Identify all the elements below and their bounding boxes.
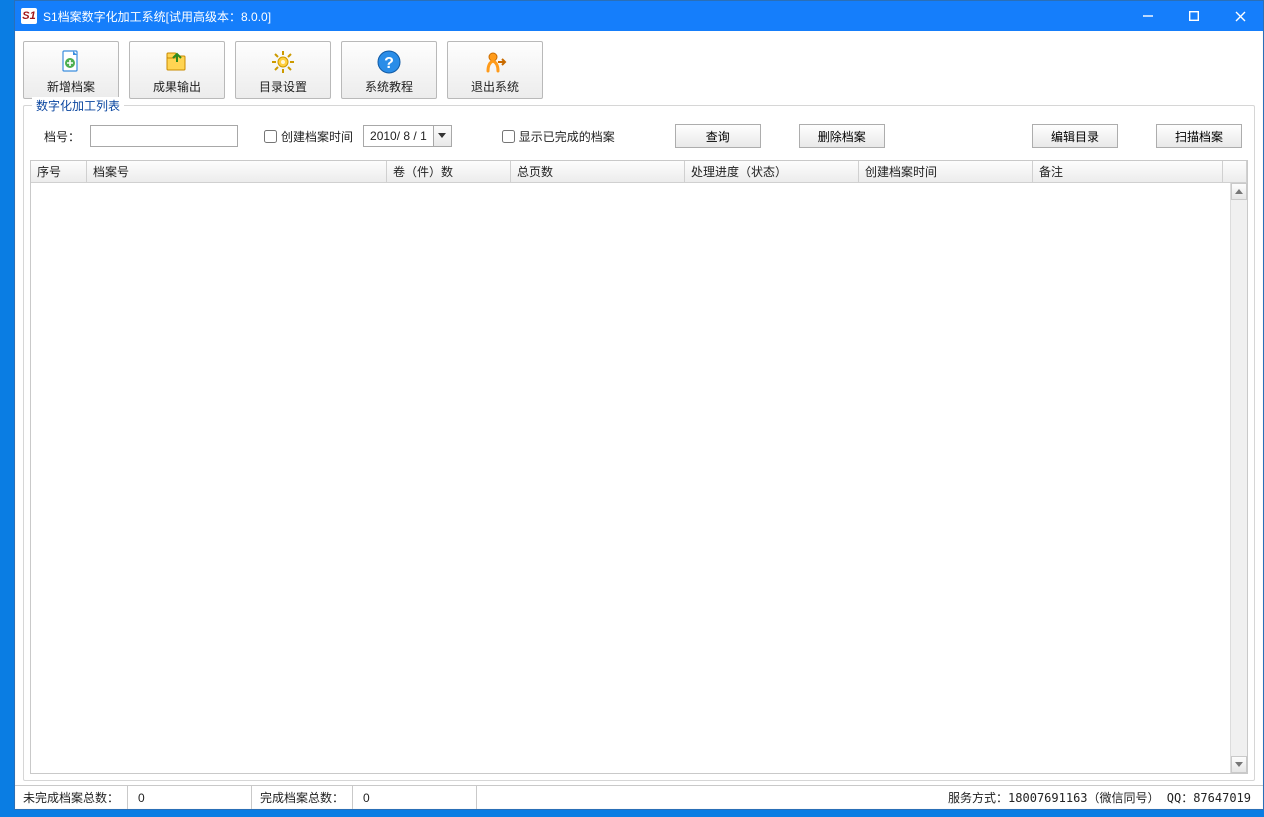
scroll-down-button[interactable]	[1231, 756, 1247, 773]
created-time-checkbox-label: 创建档案时间	[281, 128, 353, 145]
created-date-value: 2010/ 8 / 1	[364, 129, 433, 143]
exit-system-button[interactable]: 退出系统	[447, 41, 543, 99]
export-icon	[164, 49, 190, 75]
edit-catalog-button[interactable]: 编辑目录	[1032, 124, 1118, 148]
statusbar: 未完成档案总数： 0 完成档案总数： 0 服务方式：18007691163（微信…	[15, 785, 1263, 809]
close-icon	[1235, 11, 1246, 22]
show-completed-checkbox[interactable]: 显示已完成的档案	[502, 128, 615, 145]
minimize-button[interactable]	[1125, 1, 1171, 31]
svg-text:?: ?	[384, 55, 394, 72]
grid-header[interactable]: 序号 档案号 卷（件）数 总页数 处理进度（状态） 创建档案时间 备注	[31, 161, 1247, 183]
status-finished-value: 0	[353, 786, 477, 809]
exit-system-label: 退出系统	[471, 78, 519, 95]
archive-grid: 序号 档案号 卷（件）数 总页数 处理进度（状态） 创建档案时间 备注	[30, 160, 1248, 774]
grid-body[interactable]	[31, 183, 1247, 773]
processing-list-panel: 数字化加工列表 档号： 创建档案时间 2010/ 8 / 1	[23, 105, 1255, 781]
scan-archive-button[interactable]: 扫描档案	[1156, 124, 1242, 148]
desktop-background	[0, 0, 14, 817]
new-archive-button[interactable]: 新增档案	[23, 41, 119, 99]
grid-vertical-scrollbar[interactable]	[1230, 183, 1247, 773]
col-tail	[1223, 161, 1247, 182]
export-result-button[interactable]: 成果输出	[129, 41, 225, 99]
add-file-icon	[58, 49, 84, 75]
show-completed-checkbox-input[interactable]	[502, 130, 515, 143]
archive-no-label: 档号：	[44, 128, 80, 145]
close-button[interactable]	[1217, 1, 1263, 31]
col-pages[interactable]: 总页数	[511, 161, 685, 182]
main-toolbar: 新增档案 成果输出 目录设置 ? 系统教程	[15, 31, 1263, 105]
panel-title: 数字化加工列表	[32, 97, 124, 114]
col-remark[interactable]: 备注	[1033, 161, 1223, 182]
maximize-icon	[1189, 11, 1199, 21]
titlebar[interactable]: S1 S1档案数字化加工系统[试用高级本：8.0.0]	[15, 1, 1263, 31]
delete-archive-button[interactable]: 删除档案	[799, 124, 885, 148]
minimize-icon	[1143, 11, 1153, 21]
archive-no-input[interactable]	[90, 125, 238, 147]
chevron-down-icon[interactable]	[433, 126, 451, 146]
app-icon: S1	[21, 8, 37, 24]
col-status[interactable]: 处理进度（状态）	[685, 161, 859, 182]
status-unfinished-value: 0	[128, 786, 252, 809]
scroll-up-button[interactable]	[1231, 183, 1247, 200]
export-result-label: 成果输出	[153, 78, 201, 95]
filter-row: 档号： 创建档案时间 2010/ 8 / 1 显示已完成的档案	[24, 106, 1254, 160]
status-finished-label: 完成档案总数：	[252, 786, 353, 809]
window-title: S1档案数字化加工系统[试用高级本：8.0.0]	[43, 8, 271, 25]
maximize-button[interactable]	[1171, 1, 1217, 31]
created-date-picker[interactable]: 2010/ 8 / 1	[363, 125, 452, 147]
col-seq[interactable]: 序号	[31, 161, 87, 182]
catalog-settings-label: 目录设置	[259, 78, 307, 95]
catalog-settings-button[interactable]: 目录设置	[235, 41, 331, 99]
system-tutorial-button[interactable]: ? 系统教程	[341, 41, 437, 99]
system-tutorial-label: 系统教程	[365, 78, 413, 95]
status-unfinished-label: 未完成档案总数：	[15, 786, 128, 809]
app-window: S1 S1档案数字化加工系统[试用高级本：8.0.0] 新增档案	[14, 0, 1264, 810]
gear-icon	[270, 49, 296, 75]
col-ctime[interactable]: 创建档案时间	[859, 161, 1033, 182]
help-icon: ?	[376, 49, 402, 75]
col-archno[interactable]: 档案号	[87, 161, 387, 182]
created-time-checkbox-input[interactable]	[264, 130, 277, 143]
query-button[interactable]: 查询	[675, 124, 761, 148]
new-archive-label: 新增档案	[47, 78, 95, 95]
exit-icon	[482, 49, 508, 75]
created-time-checkbox[interactable]: 创建档案时间	[264, 128, 353, 145]
show-completed-checkbox-label: 显示已完成的档案	[519, 128, 615, 145]
status-service-info: 服务方式：18007691163（微信同号） QQ：87647019	[477, 786, 1263, 809]
col-volcnt[interactable]: 卷（件）数	[387, 161, 511, 182]
